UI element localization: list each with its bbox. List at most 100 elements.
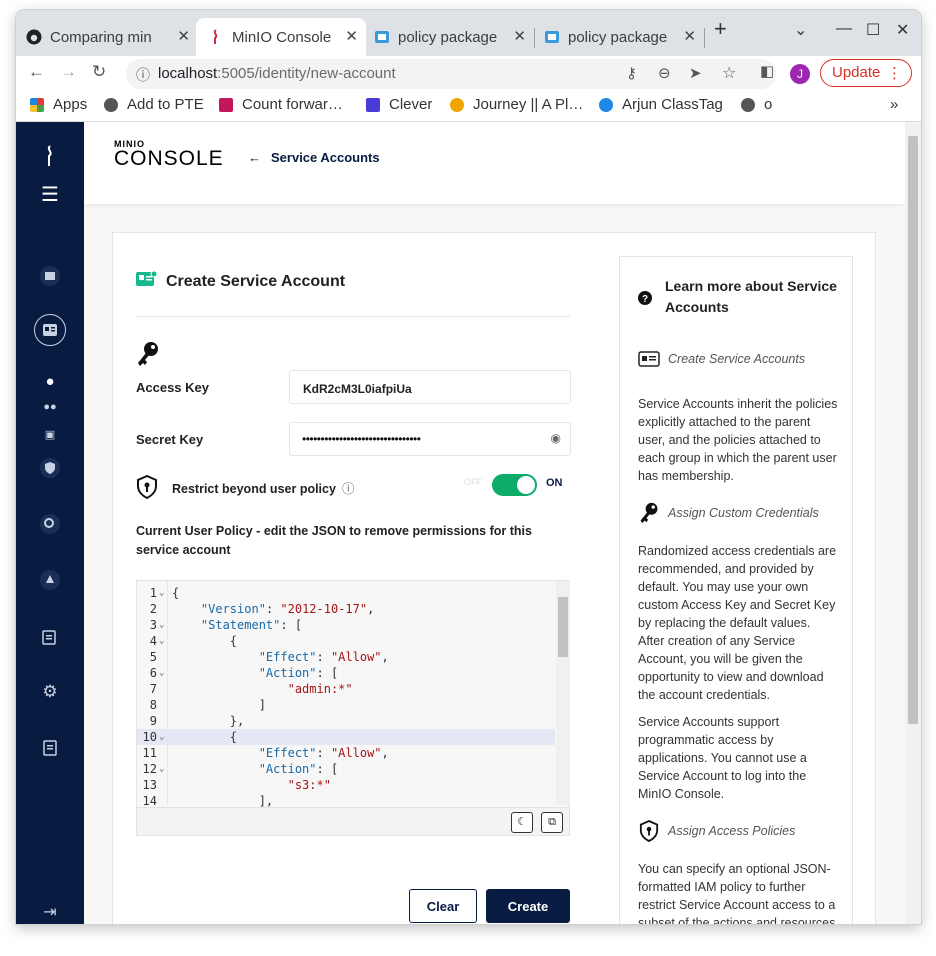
back-to-service-accounts-link[interactable]: ← Service Accounts [248, 150, 380, 165]
profile-avatar[interactable]: J [790, 64, 810, 84]
arrow-left-icon: ← [248, 150, 261, 165]
bookmark-arjun-classtag[interactable]: Arjun ClassTag [599, 96, 723, 113]
editor-scrollbar[interactable] [556, 581, 570, 805]
editor-scroll-thumb[interactable] [558, 597, 568, 657]
code-line[interactable]: 11 "Effect": "Allow", [137, 745, 555, 761]
logout-icon[interactable]: ⇥ [38, 900, 62, 924]
code-line[interactable]: 8 ] [137, 697, 555, 713]
fold-icon[interactable]: ⌄ [159, 617, 164, 633]
page-scrollbar[interactable] [905, 122, 921, 924]
back-icon[interactable]: ← [28, 62, 45, 82]
policies-icon[interactable] [38, 456, 62, 480]
clear-button[interactable]: Clear [409, 889, 477, 923]
line-number: 1 [149, 586, 157, 600]
zoom-icon[interactable]: ⊖ [658, 64, 671, 82]
tab-minio-console[interactable]: MinIO Console ✕ [196, 18, 366, 56]
close-window-icon[interactable]: ✕ [896, 20, 909, 40]
info-icon[interactable]: ⓘ [136, 65, 150, 85]
monitoring-icon[interactable] [38, 512, 62, 536]
code-line[interactable]: 6 ⌄ "Action": [ [137, 665, 555, 681]
identity-icon[interactable] [34, 314, 66, 346]
key-icon[interactable]: ⚷ [626, 64, 637, 82]
fold-icon[interactable]: ⌄ [159, 665, 164, 681]
new-tab-icon[interactable]: + [714, 16, 727, 42]
bookmark-apps[interactable]: Apps [30, 96, 87, 113]
editor-footer: ☾ ⧉ [137, 807, 569, 835]
service-accounts-icon[interactable]: ▣ [38, 422, 62, 446]
shield-icon [136, 474, 158, 504]
tiers-icon[interactable] [38, 625, 62, 649]
fold-icon[interactable]: ⌄ [159, 761, 164, 777]
code-line[interactable]: 5 "Effect": "Allow", [137, 649, 555, 665]
settings-icon[interactable]: ⚙ [38, 680, 62, 704]
restrict-toggle[interactable] [492, 474, 537, 496]
code-line[interactable]: 13 "s3:*" [137, 777, 555, 793]
bookmark-add-to-pte[interactable]: Add to PTE [104, 96, 204, 113]
close-tab-icon[interactable]: ✕ [513, 27, 526, 45]
code-line[interactable]: 12 ⌄ "Action": [ [137, 761, 555, 777]
tab-policy-package-2[interactable]: policy package ✕ [538, 18, 704, 56]
code-text: { [172, 586, 180, 600]
code-line[interactable]: 2 "Version": "2012-10-17", [137, 601, 555, 617]
more-bookmarks-icon[interactable]: » [890, 96, 898, 113]
access-key-input[interactable]: KdR2cM3L0iafpiUa [289, 370, 571, 404]
minio-bird-icon[interactable] [38, 144, 62, 168]
code-line[interactable]: 3 ⌄ "Statement": [ [137, 617, 555, 633]
tab-search-icon[interactable]: ⌄ [794, 20, 807, 40]
code-line[interactable]: 9 }, [137, 713, 555, 729]
help-text: Randomized access credentials are recomm… [638, 544, 837, 702]
clear-label: Clear [426, 898, 460, 914]
notifications-icon[interactable] [38, 568, 62, 592]
minio-console-logo: MINIO CONSOLE [114, 139, 224, 171]
update-button[interactable]: Update ⋮ [820, 59, 912, 87]
users-icon[interactable]: ● [38, 369, 62, 393]
secret-key-input[interactable]: •••••••••••••••••••••••••••••••• ◉ [289, 422, 571, 456]
reload-icon[interactable]: ↻ [92, 62, 106, 82]
code-line[interactable]: 4 ⌄ { [137, 633, 555, 649]
close-tab-icon[interactable]: ✕ [177, 27, 190, 45]
groups-icon[interactable]: ●● [38, 395, 62, 419]
tab-policy-package-1[interactable]: policy package ✕ [368, 18, 534, 56]
help-title: Learn more about Service Accounts [665, 278, 837, 315]
maximize-icon[interactable]: ☐ [866, 20, 880, 40]
bookmark-clever[interactable]: Clever [366, 96, 432, 113]
menu-icon[interactable]: ☰ [38, 182, 62, 206]
buckets-icon[interactable] [38, 264, 62, 288]
page-scroll-thumb[interactable] [908, 136, 918, 724]
bookmark-count-forward[interactable]: Count forwar… [219, 96, 343, 113]
svg-text:?: ? [642, 294, 648, 305]
code-area[interactable]: 1 ⌄{2 "Version": "2012-10-17", 3 ⌄ "Stateme… [137, 585, 555, 809]
help-section-title: Assign Access Policies [668, 824, 796, 838]
close-tab-icon[interactable]: ✕ [683, 27, 696, 45]
fold-icon[interactable]: ⌄ [159, 729, 164, 745]
create-button[interactable]: Create [486, 889, 570, 923]
logo-bottom-text: CONSOLE [114, 147, 224, 170]
help-circle-icon[interactable]: ⓘ [342, 482, 355, 496]
bookmark-o[interactable]: o [741, 96, 772, 113]
sidepanel-icon[interactable]: ◧ [760, 62, 774, 80]
copy-icon[interactable]: ⧉ [541, 812, 563, 833]
globe-icon [741, 97, 755, 112]
dark-mode-icon[interactable]: ☾ [511, 812, 533, 833]
fold-icon[interactable]: ⌄ [159, 633, 164, 649]
package-icon [374, 29, 390, 45]
tab-title: Comparing min [50, 28, 152, 46]
close-tab-icon[interactable]: ✕ [345, 27, 358, 45]
address-bar[interactable]: ⓘ localhost:5005/identity/new-account ⚷ … [126, 59, 776, 89]
fold-icon[interactable]: ⌄ [159, 585, 164, 601]
apps-grid-icon [30, 97, 44, 112]
code-line[interactable]: 1 ⌄ { [137, 585, 555, 601]
minimize-icon[interactable]: — [836, 20, 852, 38]
send-icon[interactable]: ➤ [689, 64, 702, 82]
tab-comparing[interactable]: Comparing min ✕ [26, 18, 198, 56]
bookmark-journey[interactable]: Journey || A Pl… [450, 96, 583, 113]
show-password-icon[interactable]: ◉ [551, 431, 561, 445]
line-number: 9 [149, 714, 157, 728]
documentation-icon[interactable] [38, 736, 62, 760]
code-line[interactable]: 10 ⌄ { [137, 729, 555, 745]
forward-icon[interactable]: → [60, 62, 77, 82]
line-number: 5 [149, 650, 157, 664]
bookmark-star-icon[interactable]: ☆ [722, 63, 736, 83]
policy-json-editor[interactable]: 1 ⌄{2 "Version": "2012-10-17", 3 ⌄ "Stateme… [136, 580, 570, 836]
code-line[interactable]: 7 "admin:*" [137, 681, 555, 697]
